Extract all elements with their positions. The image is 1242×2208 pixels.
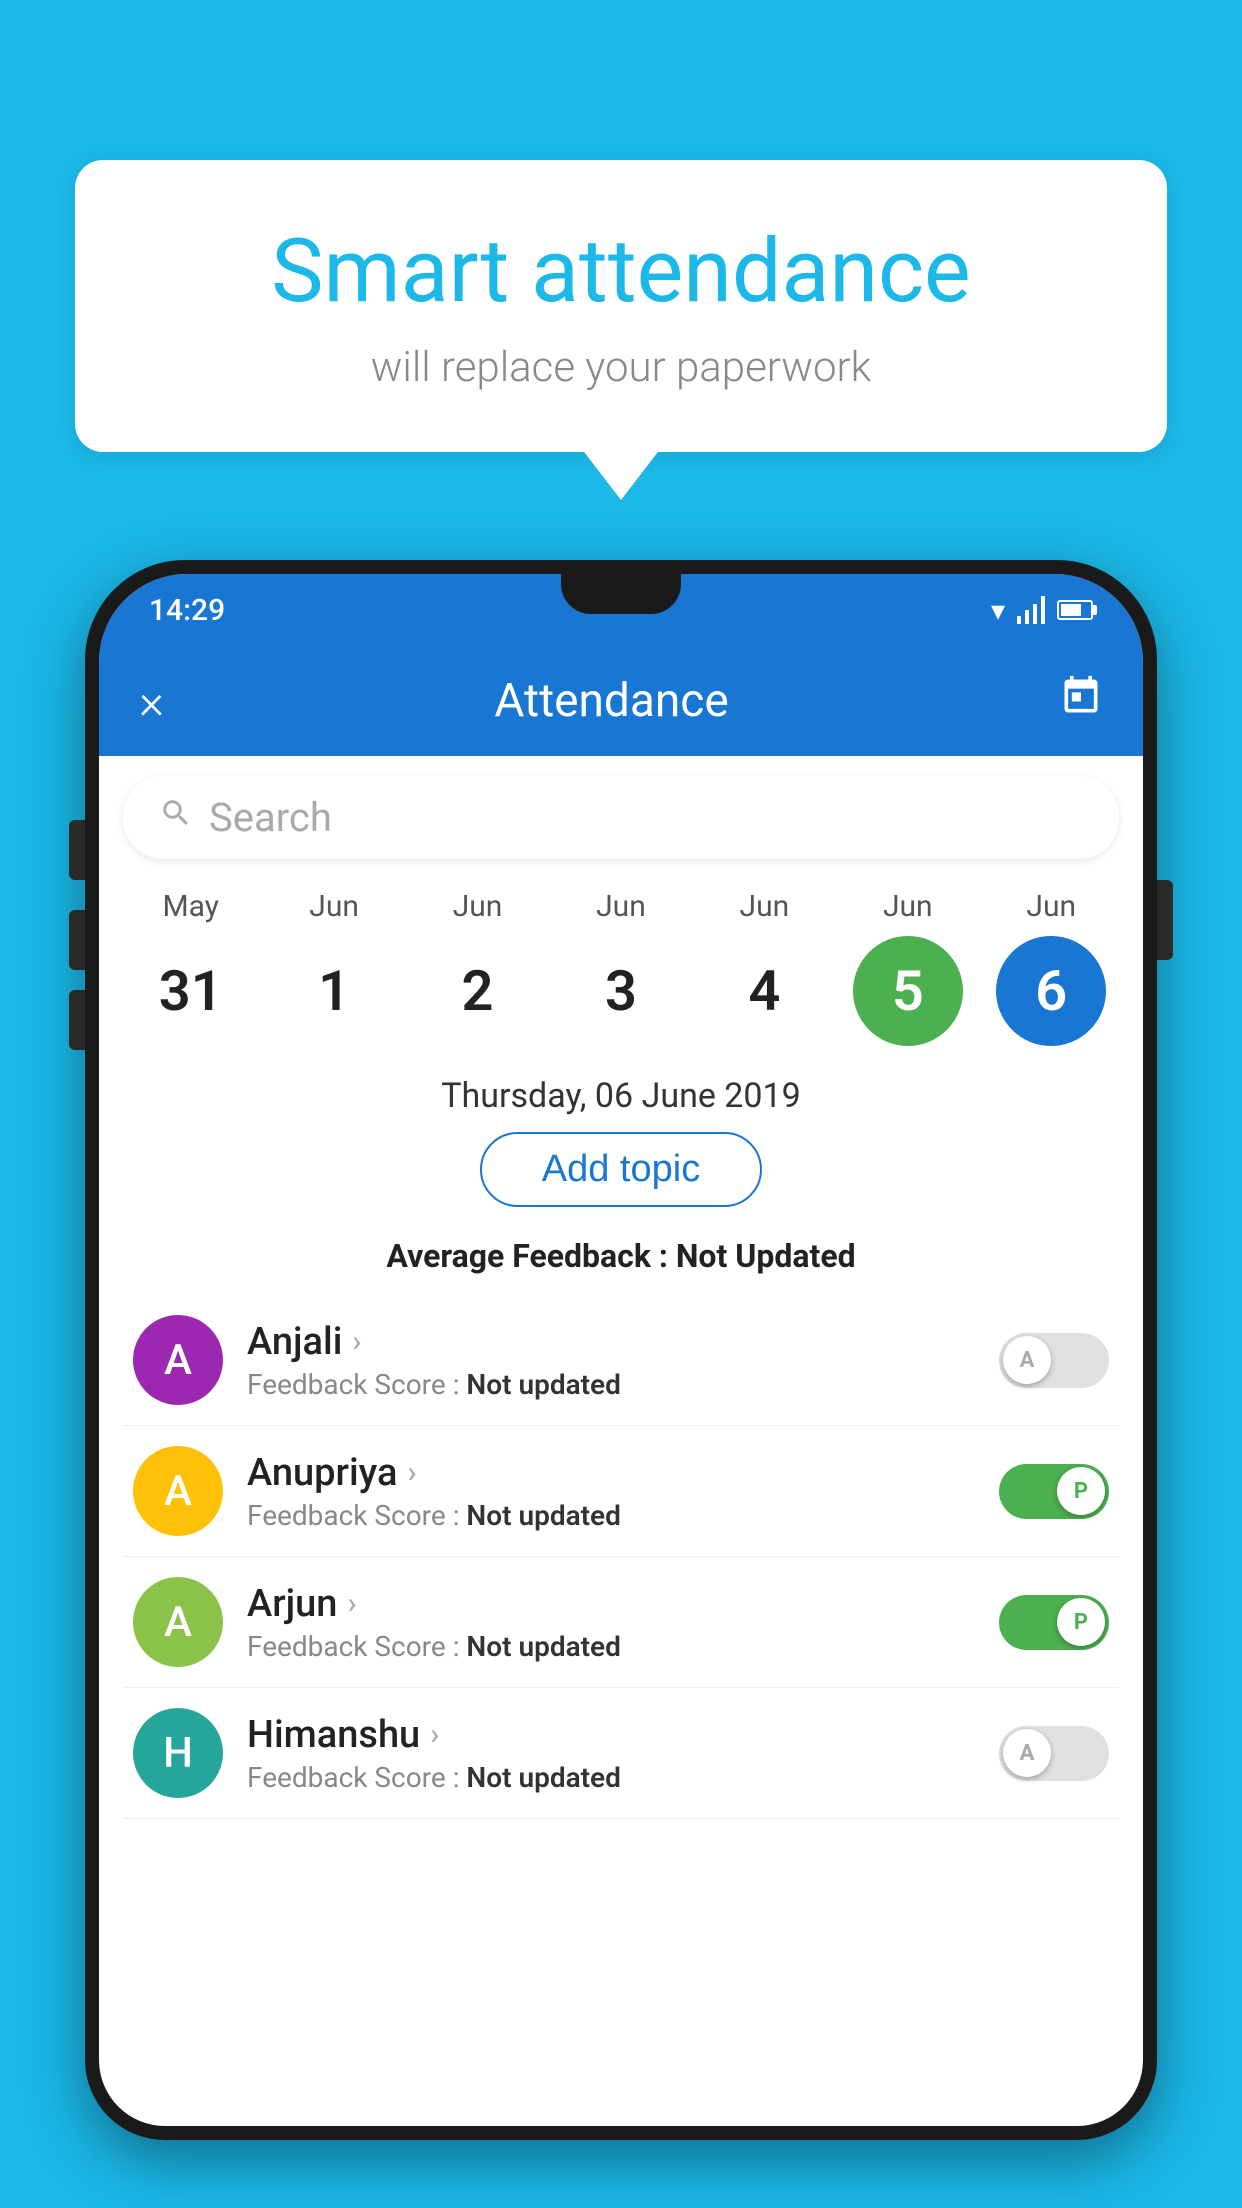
signal-icon (1017, 596, 1045, 624)
chevron-himanshu: › (430, 1717, 439, 1752)
date-item-2[interactable]: Jun 2 (418, 889, 538, 1046)
date-item-5[interactable]: Jun 5 (848, 889, 968, 1046)
battery-icon (1057, 600, 1093, 620)
date-month-3: Jun (596, 889, 646, 924)
date-day-4: 4 (709, 936, 819, 1046)
search-bar[interactable]: Search (123, 776, 1119, 859)
student-score-arjun: Feedback Score : Not updated (247, 1630, 975, 1663)
close-button[interactable]: × (139, 673, 164, 730)
student-name-himanshu: Himanshu › (247, 1713, 975, 1757)
calendar-button[interactable] (1059, 674, 1103, 728)
date-month-4: Jun (740, 889, 790, 924)
date-day-1: 1 (279, 936, 389, 1046)
date-item-0[interactable]: May 31 (131, 889, 251, 1046)
add-topic-button[interactable]: Add topic (480, 1132, 762, 1207)
selected-date-label: Thursday, 06 June 2019 (99, 1066, 1143, 1132)
phone-wrapper: 14:29 ▾ × Attendance (85, 560, 1157, 2208)
toggle-knob-himanshu: A (1003, 1729, 1051, 1777)
date-day-3: 3 (566, 936, 676, 1046)
toggle-knob-anupriya: P (1057, 1467, 1105, 1515)
student-item-anjali[interactable]: A Anjali › Feedback Score : Not updated … (123, 1295, 1119, 1426)
toggle-arjun[interactable]: P (999, 1595, 1109, 1650)
battery-fill (1061, 604, 1081, 616)
phone-outer: 14:29 ▾ × Attendance (85, 560, 1157, 2140)
wifi-icon: ▾ (991, 594, 1005, 627)
student-item-arjun[interactable]: A Arjun › Feedback Score : Not updated P (123, 1557, 1119, 1688)
toggle-anupriya[interactable]: P (999, 1464, 1109, 1519)
avg-feedback: Average Feedback : Not Updated (99, 1227, 1143, 1295)
student-score-himanshu: Feedback Score : Not updated (247, 1761, 975, 1794)
student-score-anjali: Feedback Score : Not updated (247, 1368, 975, 1401)
chevron-anupriya: › (407, 1455, 416, 1490)
student-name-anupriya: Anupriya › (247, 1451, 975, 1495)
student-info-anupriya: Anupriya › Feedback Score : Not updated (247, 1451, 975, 1532)
status-icons: ▾ (991, 594, 1093, 627)
chevron-anjali: › (352, 1324, 361, 1359)
student-info-anjali: Anjali › Feedback Score : Not updated (247, 1320, 975, 1401)
toggle-anjali[interactable]: A (999, 1333, 1109, 1388)
bubble-title: Smart attendance (155, 220, 1087, 323)
date-month-5: Jun (883, 889, 933, 924)
date-day-0: 31 (136, 936, 246, 1046)
toggle-knob-anjali: A (1003, 1336, 1051, 1384)
date-item-4[interactable]: Jun 4 (704, 889, 824, 1046)
date-day-2: 2 (423, 936, 533, 1046)
student-item-anupriya[interactable]: A Anupriya › Feedback Score : Not update… (123, 1426, 1119, 1557)
app-title: Attendance (494, 674, 728, 728)
phone-screen: 14:29 ▾ × Attendance (99, 574, 1143, 2126)
student-item-himanshu[interactable]: H Himanshu › Feedback Score : Not update… (123, 1688, 1119, 1819)
search-input[interactable]: Search (209, 794, 1083, 841)
date-item-1[interactable]: Jun 1 (274, 889, 394, 1046)
date-selector: May 31 Jun 1 Jun 2 Jun 3 Jun 4 (99, 879, 1143, 1066)
avatar-anjali: A (133, 1315, 223, 1405)
date-month-2: Jun (453, 889, 503, 924)
avg-feedback-prefix: Average Feedback : (386, 1237, 675, 1275)
toggle-knob-arjun: P (1057, 1598, 1105, 1646)
bubble-subtitle: will replace your paperwork (155, 343, 1087, 392)
speech-bubble-container: Smart attendance will replace your paper… (75, 160, 1167, 452)
date-day-5: 5 (853, 936, 963, 1046)
student-info-himanshu: Himanshu › Feedback Score : Not updated (247, 1713, 975, 1794)
date-item-6[interactable]: Jun 6 (991, 889, 1111, 1046)
chevron-arjun: › (347, 1586, 356, 1621)
app-bar: × Attendance (99, 646, 1143, 756)
date-month-1: Jun (309, 889, 359, 924)
student-name-anjali: Anjali › (247, 1320, 975, 1364)
student-list: A Anjali › Feedback Score : Not updated … (99, 1295, 1143, 1819)
student-name-arjun: Arjun › (247, 1582, 975, 1626)
date-month-6: Jun (1026, 889, 1076, 924)
date-item-3[interactable]: Jun 3 (561, 889, 681, 1046)
toggle-himanshu[interactable]: A (999, 1726, 1109, 1781)
date-month-0: May (162, 889, 218, 924)
avg-feedback-value: Not Updated (676, 1237, 856, 1275)
date-day-6: 6 (996, 936, 1106, 1046)
student-score-anupriya: Feedback Score : Not updated (247, 1499, 975, 1532)
avatar-arjun: A (133, 1577, 223, 1667)
avatar-anupriya: A (133, 1446, 223, 1536)
speech-bubble: Smart attendance will replace your paper… (75, 160, 1167, 452)
avatar-himanshu: H (133, 1708, 223, 1798)
student-info-arjun: Arjun › Feedback Score : Not updated (247, 1582, 975, 1663)
status-time: 14:29 (149, 593, 225, 628)
search-icon (159, 796, 193, 839)
notch (561, 574, 681, 614)
